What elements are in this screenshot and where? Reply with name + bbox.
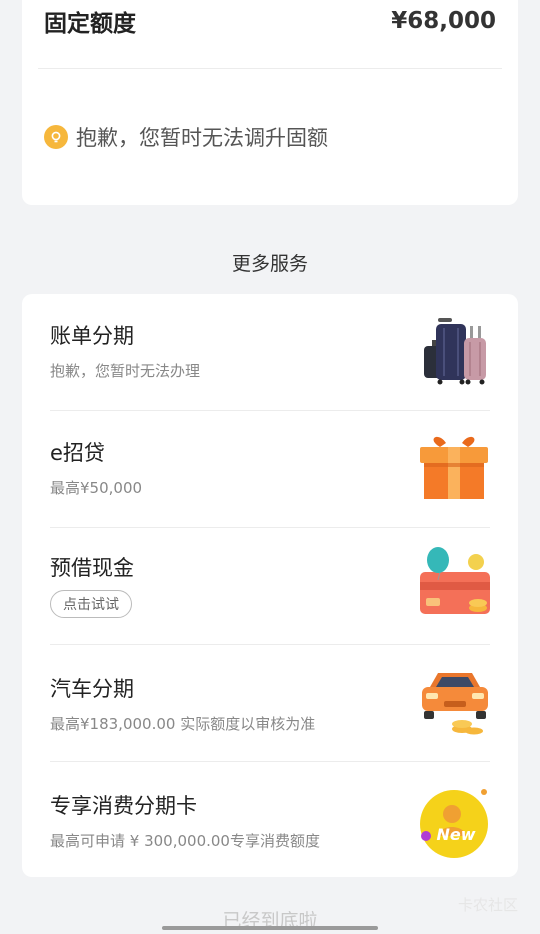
try-button[interactable]: 点击试试 (50, 590, 132, 618)
service-title: e招贷 (50, 441, 105, 465)
service-title: 账单分期 (50, 324, 134, 348)
quota-label: 固定额度 (44, 11, 136, 37)
section-title: 更多服务 (231, 253, 308, 275)
car-icon (422, 673, 488, 735)
services-card: 账单分期 抱歉，您暂时无法办理 e招贷 最高¥50,000 预借现金 点击试试 … (22, 294, 518, 877)
quota-value: ¥68,000 (391, 8, 496, 34)
home-indicator[interactable] (162, 926, 378, 930)
service-cash-advance[interactable]: 预借现金 点击试试 (22, 528, 518, 645)
quota-card: 固定额度 ¥68,000 抱歉，您暂时无法调升固额 (22, 0, 518, 205)
service-bill-installment[interactable]: 账单分期 抱歉，您暂时无法办理 (22, 294, 518, 411)
service-exclusive-card[interactable]: 专享消费分期卡 最高可申请 ¥ 300,000.00专享消费额度 New (22, 762, 518, 879)
service-subtitle: 最高¥50,000 (50, 479, 143, 497)
service-e-loan[interactable]: e招贷 最高¥50,000 (22, 411, 518, 528)
gift-box-icon (420, 436, 488, 499)
service-subtitle: 抱歉，您暂时无法办理 (50, 362, 201, 380)
new-card-icon: New (420, 789, 488, 858)
service-subtitle: 最高可申请 ¥ 300,000.00专享消费额度 (50, 832, 320, 850)
luggage-icon (424, 318, 486, 385)
service-title: 预借现金 (50, 556, 134, 580)
balloon-card-icon (420, 547, 490, 614)
service-title: 汽车分期 (50, 677, 134, 701)
svg-text:New: New (436, 825, 475, 844)
service-car-installment[interactable]: 汽车分期 最高¥183,000.00 实际额度以审核为准 (22, 645, 518, 762)
divider (38, 68, 502, 69)
service-subtitle: 最高¥183,000.00 实际额度以审核为准 (50, 715, 316, 733)
service-title: 专享消费分期卡 (50, 794, 197, 818)
quota-row: 固定额度 ¥68,000 (44, 4, 496, 38)
watermark: 卡农社区 (457, 896, 518, 914)
quota-notice: 抱歉，您暂时无法调升固额 (44, 122, 328, 152)
notice-text: 抱歉，您暂时无法调升固额 (76, 126, 328, 150)
lightbulb-icon (44, 125, 68, 149)
